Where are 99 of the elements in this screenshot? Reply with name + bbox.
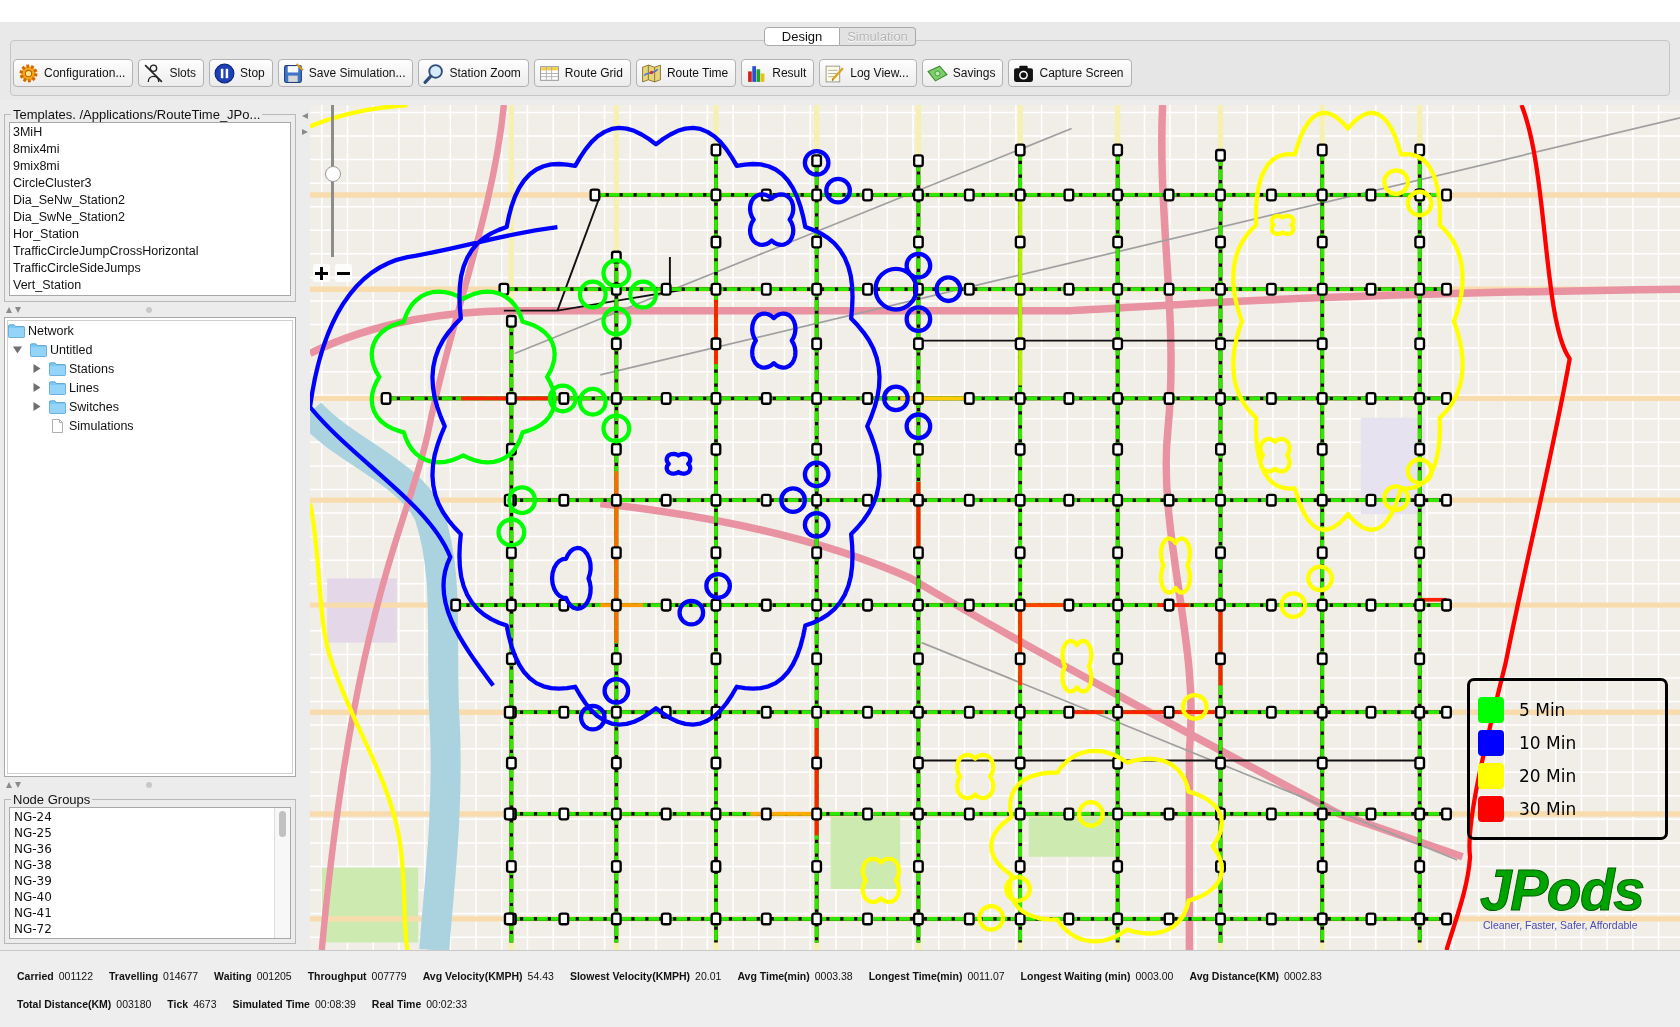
- template-list-item[interactable]: Dia_SwNe_Station2: [13, 209, 125, 226]
- toolbar-button[interactable]: Slots: [138, 59, 205, 87]
- toolbar-button[interactable]: Capture Screen: [1008, 59, 1132, 87]
- stat-label: Simulated Time: [232, 998, 310, 1010]
- tree-item[interactable]: Lines: [32, 378, 99, 397]
- tree-item[interactable]: Simulations: [32, 416, 134, 435]
- stat-value: 014677: [163, 970, 199, 982]
- caret-icon[interactable]: [32, 364, 41, 373]
- legend-label: 20 Min: [1519, 766, 1577, 786]
- group-title: Templates. /Applications/RouteTime_JPo...: [12, 107, 262, 122]
- node-group-item[interactable]: NG-72: [14, 921, 52, 937]
- caret-icon[interactable]: [32, 383, 41, 392]
- group-title: Node Groups: [12, 792, 92, 807]
- stat-value: 003180: [116, 998, 152, 1010]
- grip-dot-icon[interactable]: [146, 306, 152, 313]
- node-group-item[interactable]: NG-36: [14, 841, 52, 857]
- stat-value: 001205: [256, 970, 292, 982]
- template-list-item[interactable]: TrafficCircleSideJumps: [13, 260, 141, 277]
- stat-value: 00:02:33: [426, 998, 468, 1010]
- toolbar-button[interactable]: Station Zoom: [418, 59, 529, 87]
- stat-value: 0011.07: [967, 970, 1005, 982]
- tree-item[interactable]: Untitled: [13, 340, 93, 359]
- stat-value: 54.43: [527, 970, 554, 982]
- legend-label: 5 Min: [1519, 700, 1566, 720]
- toolbar-button[interactable]: Route Time: [635, 59, 737, 87]
- caret-icon[interactable]: [32, 402, 41, 411]
- logo-title: JPods: [1480, 862, 1644, 919]
- file-icon: [49, 418, 66, 433]
- stat-value: 0002.83: [1283, 970, 1322, 982]
- template-list-item[interactable]: Vert_Station: [13, 277, 82, 294]
- stat-label: Avg Velocity(KMPH): [422, 970, 523, 982]
- toolbar-button[interactable]: Log View...: [819, 59, 917, 87]
- stat-value: 001122: [58, 970, 94, 982]
- node-group-item[interactable]: NG-41: [14, 905, 52, 921]
- node-group-item[interactable]: NG-39: [14, 873, 52, 889]
- tree-item[interactable]: Network: [8, 321, 74, 340]
- toolbar-button[interactable]: Configuration...: [13, 59, 134, 87]
- folder-icon: [49, 361, 66, 376]
- tab[interactable]: Design: [764, 27, 840, 46]
- node-group-item[interactable]: NG-40: [14, 889, 52, 905]
- template-list-item[interactable]: Hor_Station: [13, 226, 79, 243]
- tree-item[interactable]: Switches: [32, 397, 120, 416]
- folder-icon: [30, 342, 47, 357]
- stat-label: Total Distance(KM): [17, 998, 112, 1010]
- tree-item[interactable]: Stations: [32, 359, 115, 378]
- banknote-icon: [926, 62, 948, 84]
- logo-tagline: Cleaner, Faster, Safer, Affordable: [1483, 919, 1638, 931]
- stat-label: Longest Waiting (min): [1020, 970, 1131, 982]
- scrollbar-track[interactable]: [274, 808, 290, 938]
- stat-value: 007779: [371, 970, 407, 982]
- template-list-item[interactable]: TrafficCircleJumpCrossHorizontal: [13, 243, 199, 260]
- stat-label: Travelling: [109, 970, 159, 982]
- split-arrows-icon[interactable]: [6, 306, 22, 313]
- scrollbar-thumb[interactable]: [279, 811, 286, 837]
- template-list-item[interactable]: 3MiH: [13, 124, 43, 141]
- stat-label: Real Time: [371, 998, 422, 1010]
- node-group-item[interactable]: NG-38: [14, 857, 52, 873]
- grip-dot-icon[interactable]: [146, 781, 152, 788]
- template-list-item[interactable]: 9mix8mi: [13, 158, 60, 175]
- template-list-item[interactable]: 8mix4mi: [13, 141, 60, 158]
- template-list-item[interactable]: CircleCluster3: [13, 175, 92, 192]
- toolbar-button[interactable]: Savings: [921, 59, 1004, 87]
- node-group-item[interactable]: NG-25: [14, 825, 52, 841]
- toolbar-button[interactable]: Stop: [209, 59, 273, 87]
- stat-value: 0003.00: [1135, 970, 1174, 982]
- crossed-person-icon: [143, 62, 165, 84]
- stat-label: Tick: [167, 998, 189, 1010]
- template-list-item[interactable]: Dia_SeNw_Station2: [13, 192, 125, 209]
- toolbar-button[interactable]: Route Grid: [533, 59, 631, 87]
- caret-icon[interactable]: [13, 345, 22, 354]
- zoom-in-button[interactable]: [313, 264, 330, 282]
- stat-label: Throughput: [307, 970, 367, 982]
- zoom-out-button[interactable]: [335, 264, 352, 282]
- stat-value: 20.01: [695, 970, 722, 982]
- stat-value: 0003.38: [814, 970, 853, 982]
- node-group-item[interactable]: NG-24: [14, 809, 52, 825]
- toolbar-button[interactable]: Save Simulation...: [277, 59, 414, 87]
- zoom-slider[interactable]: [325, 105, 341, 257]
- stat-value: 00:08:39: [314, 998, 356, 1010]
- gear-icon: [18, 62, 39, 84]
- search-icon: [423, 62, 445, 84]
- stat-label: Carried: [17, 970, 54, 982]
- folder-icon: [49, 380, 66, 395]
- stat-value: 4673: [193, 998, 217, 1010]
- folded-map-icon: [640, 62, 662, 84]
- pause-icon: [214, 62, 236, 84]
- stat-label: Avg Time(min): [737, 970, 810, 982]
- split-arrows-icon[interactable]: [6, 781, 22, 788]
- stat-label: Avg Distance(KM): [1189, 970, 1279, 982]
- toolbar-button[interactable]: Result: [741, 59, 815, 87]
- stat-label: Slowest Velocity(KMPH): [569, 970, 691, 982]
- stat-label: Waiting: [214, 970, 252, 982]
- folder-icon: [8, 323, 25, 338]
- split-arrows-icon[interactable]: [302, 113, 308, 135]
- folder-icon: [49, 399, 66, 414]
- plus-icon: [315, 266, 328, 280]
- legend-label: 30 Min: [1519, 799, 1577, 819]
- legend-label: 10 Min: [1519, 733, 1577, 753]
- stat-label: Longest Time(min): [868, 970, 963, 982]
